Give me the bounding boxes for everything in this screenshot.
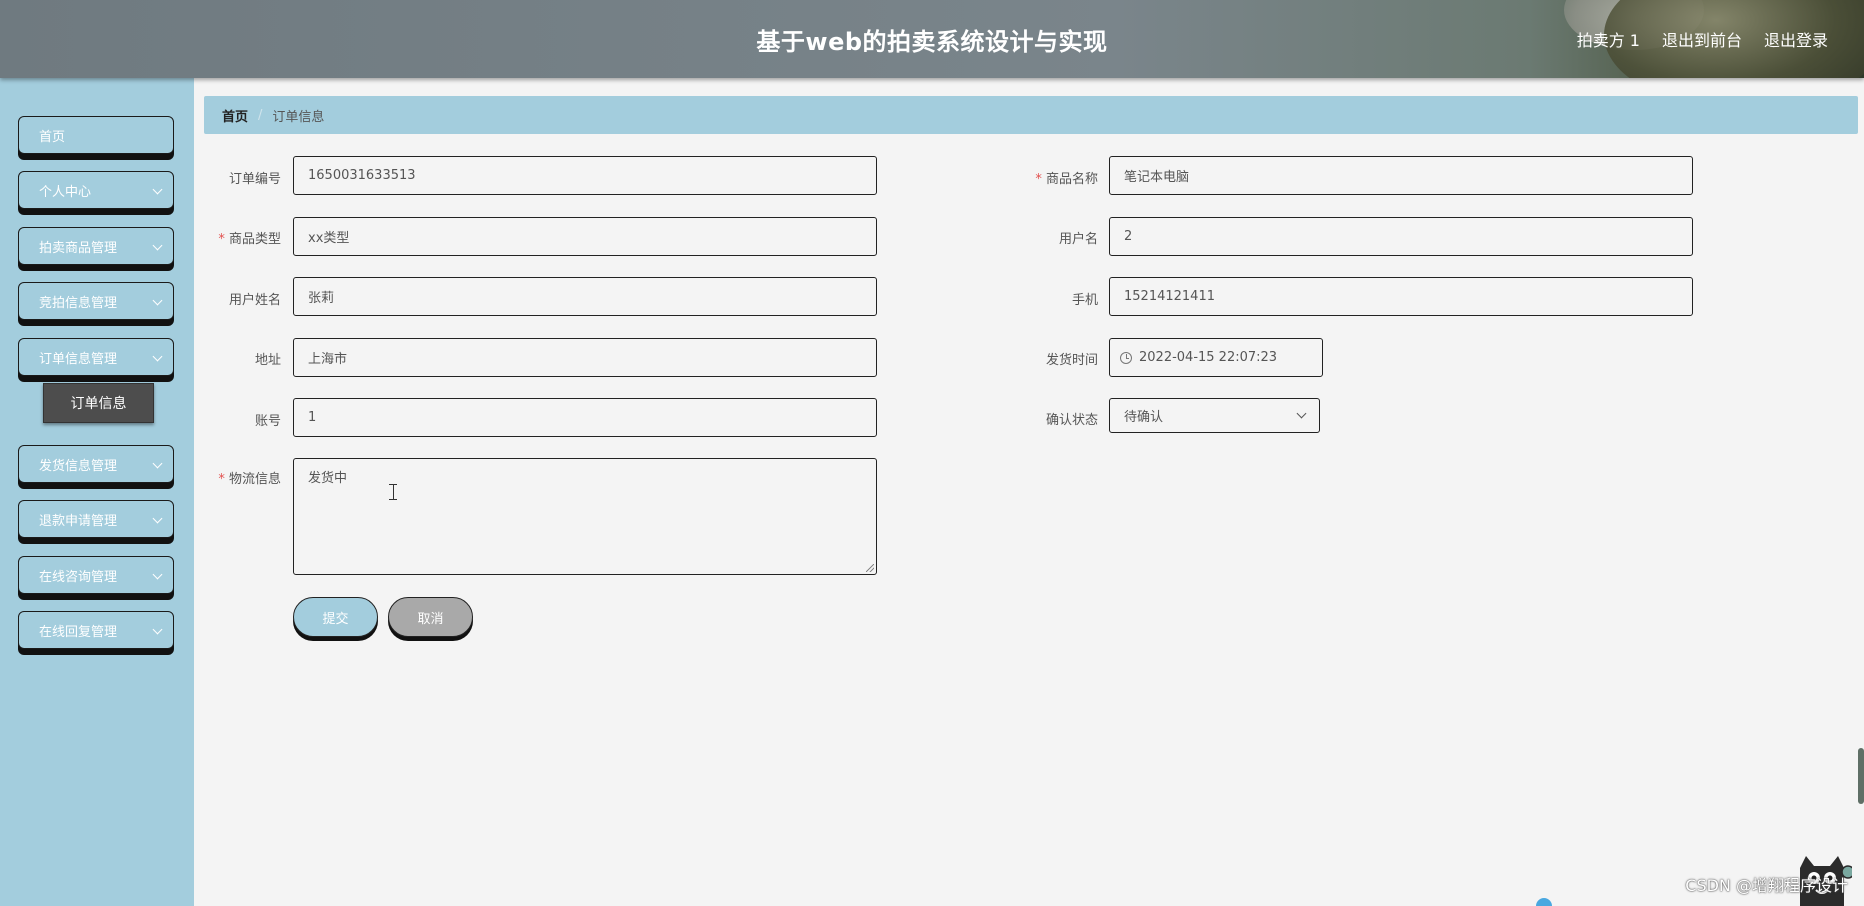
- sidebar-item-refund-requests[interactable]: 退款申请管理: [18, 500, 174, 538]
- goods-type-input[interactable]: xx类型: [293, 217, 877, 256]
- chevron-down-icon: [152, 240, 163, 251]
- chevron-down-icon: [152, 624, 163, 635]
- username-value: 2: [1124, 229, 1133, 244]
- sidebar-item-online-consult[interactable]: 在线咨询管理: [18, 556, 174, 594]
- goods-type-value: xx类型: [308, 231, 350, 246]
- submit-button[interactable]: 提交: [293, 597, 378, 637]
- chevron-down-icon: [152, 184, 163, 195]
- order-no-value: 1650031633513: [308, 168, 416, 183]
- phone-input[interactable]: 15214121411: [1109, 277, 1693, 316]
- sidebar-item-label: 拍卖商品管理: [39, 240, 118, 256]
- logistics-label: 物流信息: [191, 468, 281, 487]
- breadcrumb-separator: /: [258, 107, 263, 123]
- sidebar-item-label: 发货信息管理: [39, 458, 118, 474]
- required-star: [218, 232, 229, 247]
- username-label: 用户名: [1058, 232, 1098, 247]
- resize-grip-icon[interactable]: [866, 564, 874, 572]
- chevron-down-icon: [152, 351, 163, 362]
- ship-time-picker[interactable]: 2022-04-15 22:07:23: [1109, 338, 1323, 377]
- sidebar-subitem-order-info[interactable]: 订单信息: [43, 383, 154, 423]
- sidebar-item-bidding-info[interactable]: 竞拍信息管理: [18, 282, 174, 320]
- user-realname-label: 用户姓名: [228, 293, 281, 308]
- floating-dot-icon: [1536, 898, 1552, 906]
- chevron-down-icon: [152, 295, 163, 306]
- goods-type-label-text: 商品类型: [228, 232, 281, 247]
- text-cursor-icon: [389, 484, 397, 500]
- ship-time-value: 2022-04-15 22:07:23: [1139, 350, 1278, 365]
- phone-value: 15214121411: [1124, 289, 1215, 304]
- account-value: 1: [308, 410, 317, 425]
- header-links: 拍卖方 1 退出到前台 退出登录: [1577, 27, 1828, 51]
- account-label: 账号: [254, 414, 281, 429]
- chevron-down-icon: [1296, 408, 1307, 419]
- order-no-label: 订单编号: [228, 172, 281, 187]
- goods-name-label: 商品名称: [1008, 168, 1098, 187]
- phone-label: 手机: [1071, 293, 1098, 308]
- address-input[interactable]: 上海市: [293, 338, 877, 377]
- sidebar-item-online-reply[interactable]: 在线回复管理: [18, 611, 174, 649]
- logistics-value: 发货中: [308, 471, 348, 486]
- confirm-status-select[interactable]: 待确认: [1109, 398, 1320, 433]
- order-no-input[interactable]: 1650031633513: [293, 156, 877, 195]
- clock-icon: [1120, 351, 1132, 364]
- sidebar-item-order-info[interactable]: 订单信息管理: [18, 338, 174, 376]
- user-realname-input[interactable]: 张莉: [293, 277, 877, 316]
- chevron-down-icon: [152, 569, 163, 580]
- logout-link[interactable]: 退出登录: [1764, 27, 1828, 51]
- scrollbar-thumb[interactable]: [1858, 748, 1864, 804]
- confirm-status-label: 确认状态: [1045, 413, 1098, 428]
- address-label: 地址: [254, 353, 281, 368]
- sidebar-item-label: 竞拍信息管理: [39, 295, 118, 311]
- back-to-frontend-link[interactable]: 退出到前台: [1662, 27, 1742, 51]
- top-header: 基于web的拍卖系统设计与实现 拍卖方 1 退出到前台 退出登录: [0, 0, 1864, 78]
- account-input[interactable]: 1: [293, 398, 877, 437]
- goods-type-label: 商品类型: [191, 228, 281, 247]
- watermark-text: CSDN @增翔程序设计: [1685, 876, 1848, 895]
- sidebar-item-label: 个人中心: [39, 184, 92, 200]
- chevron-down-icon: [152, 513, 163, 524]
- sidebar-item-label: 首页: [39, 129, 66, 145]
- breadcrumb-home[interactable]: 首页: [222, 106, 248, 125]
- user-realname-value: 张莉: [308, 291, 335, 306]
- username-input[interactable]: 2: [1109, 217, 1693, 256]
- sidebar-item-auction-goods[interactable]: 拍卖商品管理: [18, 227, 174, 265]
- chevron-down-icon: [152, 458, 163, 469]
- sidebar-item-personal-center[interactable]: 个人中心: [18, 171, 174, 209]
- sidebar-item-label: 退款申请管理: [39, 513, 118, 529]
- goods-name-input[interactable]: 笔记本电脑: [1109, 156, 1693, 195]
- logistics-label-text: 物流信息: [228, 472, 281, 487]
- ship-time-label: 发货时间: [1045, 353, 1098, 368]
- logistics-textarea[interactable]: 发货中: [293, 458, 877, 575]
- address-value: 上海市: [308, 352, 348, 367]
- sidebar-item-home[interactable]: 首页: [18, 116, 174, 154]
- required-star: [1035, 172, 1046, 187]
- required-star: [218, 472, 229, 487]
- sidebar-item-label: 在线咨询管理: [39, 569, 118, 585]
- goods-name-value: 笔记本电脑: [1124, 170, 1190, 185]
- breadcrumb: 首页 / 订单信息: [204, 96, 1858, 134]
- cancel-button[interactable]: 取消: [388, 597, 473, 637]
- current-user-link[interactable]: 拍卖方 1: [1577, 27, 1640, 51]
- breadcrumb-current: 订单信息: [272, 109, 325, 125]
- sidebar-item-shipping-info[interactable]: 发货信息管理: [18, 445, 174, 483]
- confirm-status-value: 待确认: [1124, 410, 1164, 425]
- sidebar-item-label: 订单信息管理: [39, 351, 118, 367]
- goods-name-label-text: 商品名称: [1045, 172, 1098, 187]
- sidebar-item-label: 在线回复管理: [39, 624, 118, 640]
